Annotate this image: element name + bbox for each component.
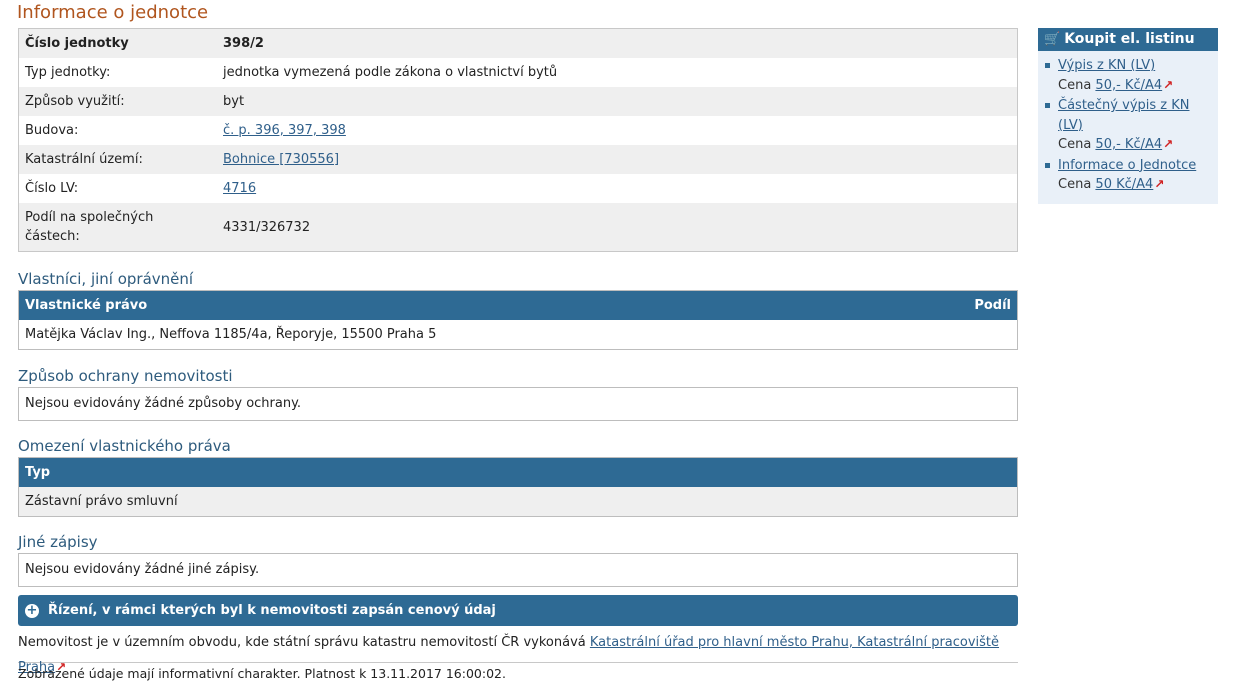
table-row: Budova: č. p. 396, 397, 398 bbox=[18, 116, 1018, 145]
row-label: Typ jednotky: bbox=[18, 58, 217, 87]
col-ownership-right: Vlastnické právo bbox=[25, 298, 148, 313]
external-link-icon: ↗ bbox=[1163, 77, 1174, 92]
table-row: Způsob využití: byt bbox=[18, 87, 1018, 116]
price-link[interactable]: 50,- Kč/A4 bbox=[1095, 78, 1162, 93]
table-row: Matějka Václav Ing., Neffova 1185/4a, Ře… bbox=[25, 327, 437, 342]
other-records-title: Jiné zápisy bbox=[18, 533, 98, 551]
proceedings-expand-bar[interactable]: + Řízení, v rámci kterých byl k nemovito… bbox=[18, 595, 1018, 626]
proceedings-label: Řízení, v rámci kterých byl k nemovitost… bbox=[48, 603, 496, 618]
bullet-icon bbox=[1045, 63, 1050, 68]
office-note: Nemovitost je v územním obvodu, kde stát… bbox=[18, 631, 1018, 675]
owners-title: Vlastníci, jiní oprávnění bbox=[18, 270, 194, 288]
table-row: Katastrální území: Bohnice [730556] bbox=[18, 145, 1018, 174]
lv-number-link[interactable]: 4716 bbox=[223, 181, 256, 196]
list-item: Informace o Jednotce Cena 50 Kč/A4↗ bbox=[1038, 156, 1218, 195]
row-label: Způsob využití: bbox=[18, 87, 217, 116]
restrictions-header: Typ bbox=[19, 458, 1017, 487]
row-value: 398/2 bbox=[217, 28, 1018, 58]
main-content: Číslo jednotky 398/2 Typ jednotky: jedno… bbox=[18, 28, 1018, 685]
price-label: Cena bbox=[1058, 137, 1092, 152]
price-link[interactable]: 50 Kč/A4 bbox=[1095, 177, 1153, 192]
table-row: Zástavní právo smluvní bbox=[19, 487, 1017, 516]
col-type: Typ bbox=[25, 465, 51, 480]
bullet-icon bbox=[1045, 162, 1050, 168]
protection-box: Nejsou evidovány žádné způsoby ochrany. bbox=[18, 387, 1018, 421]
cart-icon: 🛒 bbox=[1044, 32, 1061, 47]
sidebar-header: 🛒 Koupit el. listinu bbox=[1038, 28, 1218, 51]
row-label: Katastrální území: bbox=[18, 145, 217, 174]
list-item: Výpis z KN (LV) Cena 50,- Kč/A4↗ bbox=[1038, 56, 1218, 95]
row-value: jednotka vymezená podle zákona o vlastni… bbox=[217, 58, 1018, 87]
external-link-icon: ↗ bbox=[1163, 137, 1174, 151]
table-row: Podíl na společných částech: 4331/326732 bbox=[18, 203, 1018, 252]
row-label: Budova: bbox=[18, 116, 217, 145]
purchase-link-partial-lv[interactable]: Částečný výpis z KN (LV) bbox=[1058, 98, 1190, 133]
purchase-list: Výpis z KN (LV) Cena 50,- Kč/A4↗ Částečn… bbox=[1038, 51, 1218, 204]
protection-text: Nejsou evidovány žádné způsoby ochrany. bbox=[25, 396, 302, 411]
row-label: Číslo LV: bbox=[18, 174, 217, 203]
price-label: Cena bbox=[1058, 177, 1092, 192]
row-label: Číslo jednotky bbox=[18, 28, 217, 58]
purchase-link-lv[interactable]: Výpis z KN (LV) bbox=[1058, 58, 1155, 73]
other-records-box: Nejsou evidovány žádné jiné zápisy. bbox=[18, 553, 1018, 587]
row-value: č. p. 396, 397, 398 bbox=[217, 116, 1018, 145]
row-value: byt bbox=[217, 87, 1018, 116]
external-link-icon: ↗ bbox=[1154, 177, 1165, 191]
row-value: Bohnice [730556] bbox=[217, 145, 1018, 174]
price-link[interactable]: 50,- Kč/A4 bbox=[1095, 137, 1162, 152]
page-title: Informace o jednotce bbox=[17, 2, 209, 23]
office-text: Nemovitost je v územním obvodu, kde stát… bbox=[18, 635, 586, 650]
table-row: Číslo jednotky 398/2 bbox=[18, 28, 1018, 58]
row-label: Podíl na společných částech: bbox=[18, 203, 217, 252]
plus-icon: + bbox=[25, 602, 39, 618]
price-label: Cena bbox=[1058, 77, 1092, 93]
disclaimer: Zobrazené údaje mají informativní charak… bbox=[18, 666, 506, 681]
restrictions-title: Omezení vlastnického práva bbox=[18, 437, 231, 455]
row-value: 4331/326732 bbox=[217, 203, 1018, 252]
owners-header: Vlastnické právo Podíl bbox=[19, 291, 1017, 320]
restrictions-table: Typ Zástavní právo smluvní bbox=[18, 457, 1018, 517]
protection-title: Způsob ochrany nemovitosti bbox=[18, 367, 233, 385]
purchase-link-unit-info[interactable]: Informace o Jednotce bbox=[1058, 158, 1196, 173]
table-row: Typ jednotky: jednotka vymezená podle zá… bbox=[18, 58, 1018, 87]
cadastral-area-link[interactable]: Bohnice [730556] bbox=[223, 152, 339, 167]
row-value: 4716 bbox=[217, 174, 1018, 203]
purchase-sidebar: 🛒 Koupit el. listinu Výpis z KN (LV) Cen… bbox=[1038, 28, 1218, 204]
sidebar-title: Koupit el. listinu bbox=[1064, 31, 1195, 47]
table-row: Číslo LV: 4716 bbox=[18, 174, 1018, 203]
other-records-text: Nejsou evidovány žádné jiné zápisy. bbox=[25, 562, 260, 577]
bullet-icon bbox=[1045, 103, 1050, 108]
owners-table: Vlastnické právo Podíl Matějka Václav In… bbox=[18, 290, 1018, 350]
col-share: Podíl bbox=[974, 298, 1011, 313]
unit-info-table: Číslo jednotky 398/2 Typ jednotky: jedno… bbox=[18, 28, 1018, 252]
list-item: Částečný výpis z KN (LV) Cena 50,- Kč/A4… bbox=[1038, 96, 1218, 155]
building-link[interactable]: č. p. 396, 397, 398 bbox=[223, 123, 346, 138]
